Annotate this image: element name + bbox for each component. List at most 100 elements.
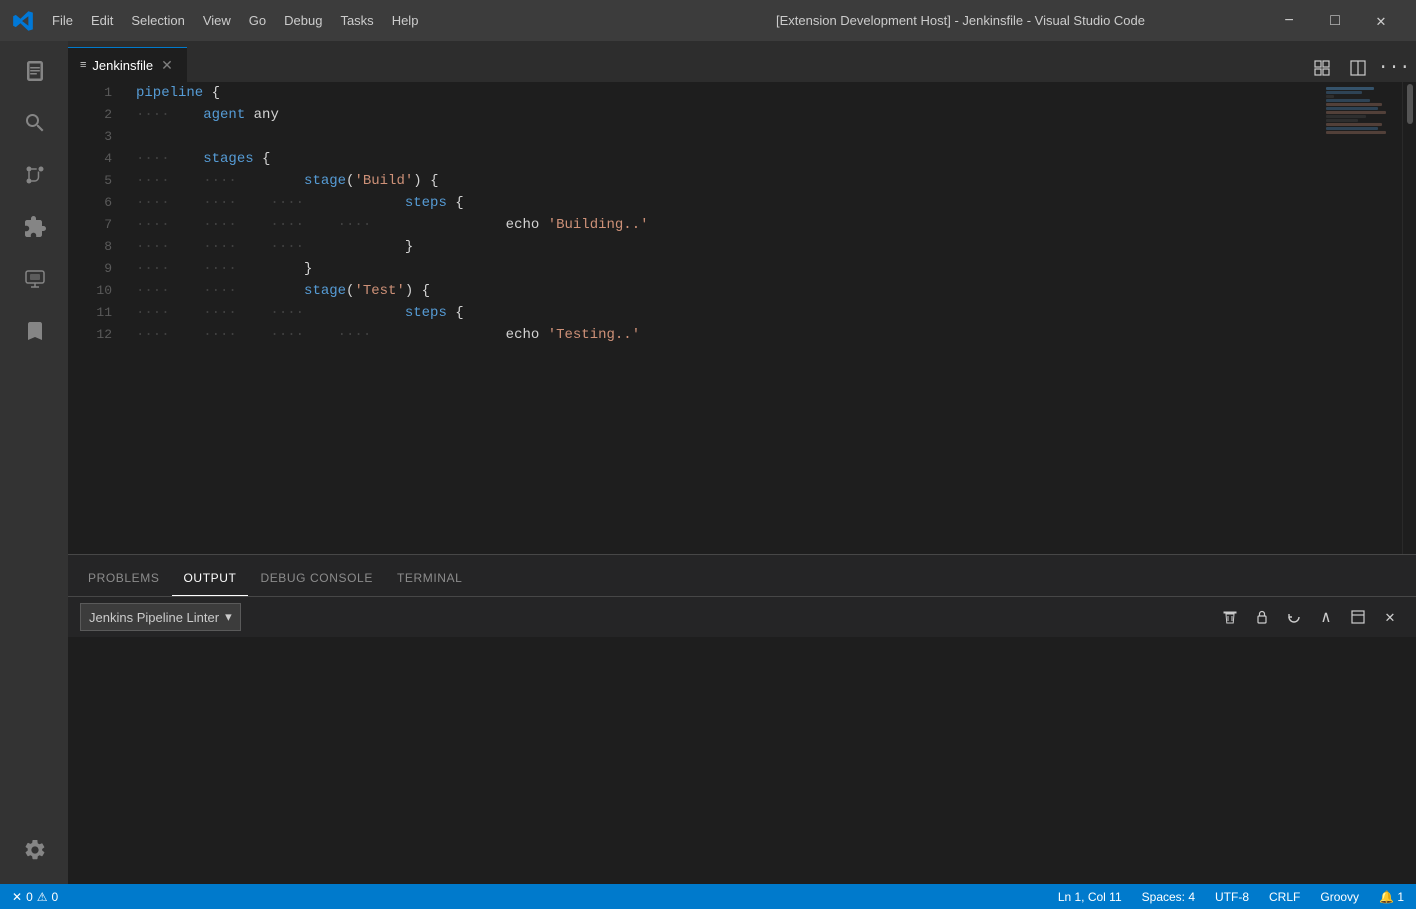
more-actions-button[interactable]: ···: [1380, 54, 1408, 82]
code-token: {: [203, 82, 220, 104]
code-token: {: [254, 148, 271, 170]
tab-problems[interactable]: PROBLEMS: [76, 561, 172, 596]
status-position[interactable]: Ln 1, Col 11: [1054, 884, 1126, 909]
code-token: {: [447, 302, 464, 324]
sidebar-item-bookmarks[interactable]: [8, 305, 60, 357]
close-panel-button[interactable]: ✕: [1376, 603, 1404, 631]
code-token: (: [346, 280, 354, 302]
code-token: ) {: [405, 280, 430, 302]
code-line-5: ···· ···· stage ( 'Build' ) {: [136, 170, 1322, 192]
sidebar-item-settings[interactable]: [8, 824, 60, 876]
status-bar-right: Ln 1, Col 11 Spaces: 4 UTF-8 CRLF Groovy…: [1054, 884, 1408, 909]
code-token: 'Testing..': [548, 324, 640, 346]
scrollbar-thumb[interactable]: [1407, 84, 1413, 124]
indent-dots: ···· ···· ···· ····: [136, 324, 371, 346]
code-token: steps: [304, 302, 447, 324]
tab-bar: ≡ Jenkinsfile ✕ ···: [68, 41, 1416, 82]
bottom-panel: PROBLEMS OUTPUT DEBUG CONSOLE TERMINAL J…: [68, 554, 1416, 884]
status-spaces[interactable]: Spaces: 4: [1138, 884, 1199, 909]
menu-file[interactable]: File: [44, 9, 81, 32]
output-action-buttons: ∧ ✕: [1216, 603, 1404, 631]
code-token: stage: [237, 170, 346, 192]
tab-output[interactable]: OUTPUT: [172, 561, 249, 596]
panel-tab-bar: PROBLEMS OUTPUT DEBUG CONSOLE TERMINAL: [68, 555, 1416, 596]
status-errors[interactable]: ✕ 0 ⚠ 0: [8, 884, 62, 909]
tab-label: Jenkinsfile: [92, 58, 153, 73]
status-language[interactable]: Groovy: [1316, 884, 1363, 909]
line-number: 7: [68, 214, 112, 236]
code-line-3: [136, 126, 1322, 148]
status-encoding[interactable]: UTF-8: [1211, 884, 1253, 909]
menu-go[interactable]: Go: [241, 9, 274, 32]
window-title: [Extension Development Host] - Jenkinsfi…: [655, 13, 1266, 28]
maximize-button[interactable]: □: [1312, 0, 1358, 41]
tab-jenkinsfile[interactable]: ≡ Jenkinsfile ✕: [68, 47, 187, 82]
output-source-select[interactable]: Jenkins Pipeline Linter ▾: [80, 603, 241, 631]
menu-view[interactable]: View: [195, 9, 239, 32]
menu-debug[interactable]: Debug: [276, 9, 330, 32]
line-number: 4: [68, 148, 112, 170]
tab-close-button[interactable]: ✕: [159, 55, 175, 76]
code-line-4: ···· stages {: [136, 148, 1322, 170]
line-number: 8: [68, 236, 112, 258]
status-notifications[interactable]: 🔔 1: [1375, 884, 1408, 909]
scroll-to-top-button[interactable]: ∧: [1312, 603, 1340, 631]
sidebar-item-remote[interactable]: [8, 253, 60, 305]
split-editor-button[interactable]: [1344, 54, 1372, 82]
indent-dots: ···· ····: [136, 258, 237, 280]
indent-dots: ···· ···· ····: [136, 302, 304, 324]
output-source-label: Jenkins Pipeline Linter: [89, 610, 219, 625]
refresh-output-button[interactable]: [1280, 603, 1308, 631]
code-line-6: ···· ···· ···· steps {: [136, 192, 1322, 214]
line-number: 11: [68, 302, 112, 324]
code-token: (: [346, 170, 354, 192]
indent-dots: ····: [136, 148, 170, 170]
line-numbers: 1 2 3 4 5 6 7 8 9 10 11 12: [68, 82, 128, 554]
menu-tasks[interactable]: Tasks: [332, 9, 381, 32]
tab-debug-console[interactable]: DEBUG CONSOLE: [248, 561, 385, 596]
sidebar-item-explorer[interactable]: [8, 45, 60, 97]
maximize-panel-button[interactable]: [1344, 603, 1372, 631]
clear-output-button[interactable]: [1216, 603, 1244, 631]
code-line-1: pipeline {: [136, 82, 1322, 104]
code-token: any: [245, 104, 279, 126]
code-token: 'Test': [354, 280, 404, 302]
indent-dots: ···· ···· ···· ····: [136, 214, 371, 236]
sidebar-item-source-control[interactable]: [8, 149, 60, 201]
code-editor[interactable]: pipeline { ···· agent any ···· stages {: [128, 82, 1322, 554]
indent-dots: ···· ····: [136, 170, 237, 192]
code-line-12: ···· ···· ···· ···· echo 'Testing..': [136, 324, 1322, 346]
code-token: 'Build': [354, 170, 413, 192]
notifications-label: 🔔 1: [1379, 890, 1404, 904]
menu-edit[interactable]: Edit: [83, 9, 121, 32]
code-line-11: ···· ···· ···· steps {: [136, 302, 1322, 324]
error-icon: ✕: [12, 890, 22, 904]
line-ending-label: CRLF: [1269, 890, 1300, 904]
line-number: 9: [68, 258, 112, 280]
line-number: 12: [68, 324, 112, 346]
line-number: 10: [68, 280, 112, 302]
code-token: 'Building..': [548, 214, 649, 236]
menu-selection[interactable]: Selection: [123, 9, 192, 32]
code-token: echo: [371, 214, 547, 236]
menu-help[interactable]: Help: [384, 9, 427, 32]
sidebar-item-search[interactable]: [8, 97, 60, 149]
menu-bar: File Edit Selection View Go Debug Tasks …: [44, 9, 655, 32]
minimize-button[interactable]: −: [1266, 0, 1312, 41]
code-token: }: [304, 236, 413, 258]
line-number: 1: [68, 82, 112, 104]
tab-terminal[interactable]: TERMINAL: [385, 561, 474, 596]
close-button[interactable]: ✕: [1358, 0, 1404, 41]
lock-output-button[interactable]: [1248, 603, 1276, 631]
editor-scrollbar[interactable]: [1402, 82, 1416, 554]
sidebar-item-extensions[interactable]: [8, 201, 60, 253]
open-editors-button[interactable]: [1308, 54, 1336, 82]
status-bar: ✕ 0 ⚠ 0 Ln 1, Col 11 Spaces: 4 UTF-8 CRL…: [0, 884, 1416, 909]
line-number: 3: [68, 126, 112, 148]
warning-icon: ⚠: [37, 890, 48, 904]
titlebar: File Edit Selection View Go Debug Tasks …: [0, 0, 1416, 41]
code-token: }: [237, 258, 313, 280]
status-line-ending[interactable]: CRLF: [1265, 884, 1304, 909]
encoding-label: UTF-8: [1215, 890, 1249, 904]
error-count: 0: [26, 890, 33, 904]
